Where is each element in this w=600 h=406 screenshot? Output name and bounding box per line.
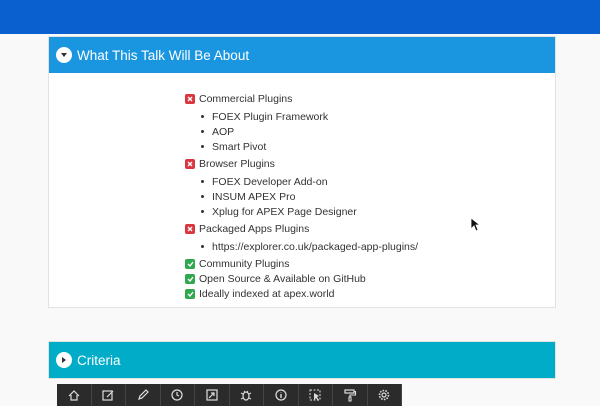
region-talk-topics: What This Talk Will Be About Commercial … [48, 36, 556, 308]
pencil-button[interactable] [126, 384, 161, 406]
paint-roller-icon [344, 389, 356, 402]
category-label: Ideally indexed at apex.world [199, 288, 335, 300]
region-header[interactable]: What This Talk Will Be About [49, 37, 555, 73]
included-plugin-category: Ideally indexed at apex.world [185, 287, 334, 301]
excluded-plugin-category: Browser Plugins [185, 157, 275, 171]
region-criteria: Criteria [48, 341, 556, 379]
list-item: Smart Pivot [201, 140, 266, 154]
list-item-label: Xplug for APEX Page Designer [212, 205, 357, 218]
pencil-icon [137, 389, 149, 400]
bullet-icon [201, 195, 204, 198]
category-label: Browser Plugins [199, 158, 275, 170]
list-item: Xplug for APEX Page Designer [201, 205, 357, 219]
home-button[interactable] [57, 384, 92, 406]
checkmark-icon [185, 274, 195, 284]
region-title: Criteria [77, 352, 121, 368]
paint-roller-button[interactable] [333, 384, 368, 406]
category-label: Community Plugins [199, 258, 290, 270]
list-item-label: INSUM APEX Pro [212, 190, 296, 203]
debug-button[interactable] [230, 384, 264, 406]
category-label: Commercial Plugins [199, 93, 293, 105]
edit-page-button[interactable] [92, 384, 126, 406]
expand-toggle-icon[interactable] [56, 352, 72, 368]
collapse-toggle-icon[interactable] [56, 47, 72, 63]
excluded-plugin-category: Packaged Apps Plugins [185, 222, 309, 236]
debug-icon [241, 390, 252, 401]
top-nav-bar [0, 0, 600, 34]
list-item: FOEX Plugin Framework [201, 110, 328, 124]
bullet-icon [201, 115, 204, 118]
info-icon [275, 389, 287, 401]
clock-icon [171, 389, 183, 401]
list-item-label: FOEX Plugin Framework [212, 110, 329, 123]
excluded-plugin-category: Commercial Plugins [185, 92, 292, 106]
region-title: What This Talk Will Be About [77, 47, 250, 63]
developer-toolbar [57, 384, 402, 406]
list-item: AOP [201, 125, 234, 139]
share-button[interactable] [195, 384, 230, 406]
list-item: https://explorer.co.uk/packaged-app-plug… [201, 240, 418, 254]
share-icon [206, 389, 218, 401]
list-item-label: Smart Pivot [212, 140, 267, 153]
cross-icon [185, 94, 195, 104]
clock-button[interactable] [161, 384, 195, 406]
gear-button[interactable] [368, 384, 402, 406]
checkmark-icon [185, 259, 195, 269]
bullet-icon [201, 145, 204, 148]
list-item: INSUM APEX Pro [201, 190, 295, 204]
cross-icon [185, 159, 195, 169]
bullet-icon [201, 130, 204, 133]
list-item-label: https://explorer.co.uk/packaged-app-plug… [212, 240, 419, 253]
bullet-icon [201, 245, 204, 248]
checkmark-icon [185, 289, 195, 299]
category-label: Open Source & Available on GitHub [199, 273, 366, 285]
edit-page-icon [102, 390, 114, 401]
bullet-icon [201, 180, 204, 183]
region-body: Commercial Plugins FOEX Plugin Framework A… [49, 73, 555, 307]
bullet-icon [201, 210, 204, 213]
mouse-cursor-icon [471, 218, 481, 232]
included-plugin-category: Open Source & Available on GitHub [185, 272, 366, 286]
included-plugin-category: Community Plugins [185, 257, 289, 271]
cross-icon [185, 224, 195, 234]
quick-edit-icon [309, 389, 321, 401]
list-item: FOEX Developer Add-on [201, 175, 328, 189]
category-label: Packaged Apps Plugins [199, 223, 310, 235]
info-button[interactable] [264, 384, 299, 406]
list-item-label: AOP [212, 125, 235, 138]
region-header[interactable]: Criteria [49, 342, 555, 378]
quick-edit-button[interactable] [299, 384, 333, 406]
list-item-label: FOEX Developer Add-on [212, 175, 328, 188]
gear-icon [378, 389, 390, 401]
home-icon [68, 390, 80, 401]
